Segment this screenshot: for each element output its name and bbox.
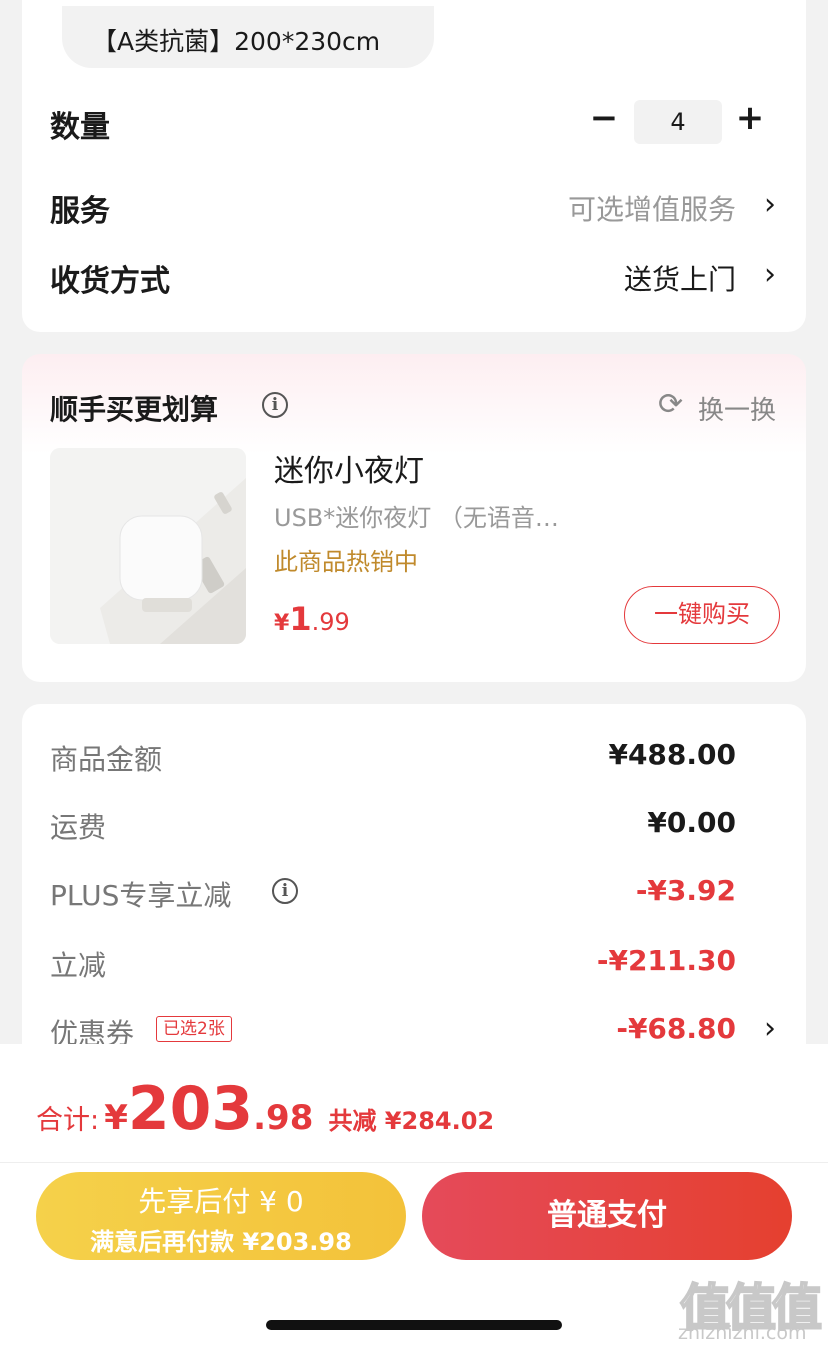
price-symbol: ¥	[274, 611, 290, 636]
coupon-chevron-icon[interactable]: ›	[764, 1014, 776, 1044]
service-value[interactable]: 可选增值服务	[568, 188, 736, 228]
product-price: ¥1.99	[274, 600, 350, 638]
divider	[0, 1162, 828, 1163]
pay-later-title: 先享后付 ¥ 0	[138, 1185, 304, 1218]
spec-chip[interactable]: 【A类抗菌】200*230cm	[62, 6, 434, 68]
product-desc: USB*迷你夜灯 （无语音…	[274, 504, 559, 532]
delivery-chevron-icon[interactable]: ›	[764, 260, 776, 290]
quantity-plus-button[interactable]: +	[734, 98, 766, 138]
summary-value[interactable]: -¥68.80	[616, 1012, 736, 1045]
delivery-label: 收货方式	[50, 264, 170, 299]
total-line: 合计: ¥203.98 共减 ¥284.02	[36, 1074, 494, 1144]
total-decimal: .98	[253, 1098, 314, 1138]
product-image[interactable]	[50, 448, 246, 644]
service-label: 服务	[50, 194, 110, 229]
total-saved[interactable]: 共减 ¥284.02	[328, 1107, 494, 1135]
summary-value: -¥211.30	[596, 944, 736, 977]
quantity-input[interactable]: 4	[634, 100, 722, 144]
bundle-card: 顺手买更划算 i ⟳ 换一换 迷你小夜灯 USB*迷你夜灯 （无语音… 此商品热…	[22, 354, 806, 682]
summary-value: -¥3.92	[635, 874, 736, 907]
home-indicator[interactable]	[266, 1320, 562, 1330]
checkout-bar: 合计: ¥203.98 共减 ¥284.02 先享后付 ¥ 0 满意后再付款 ¥…	[0, 1044, 828, 1350]
pay-later-subtitle: 满意后再付款 ¥203.98	[90, 1228, 352, 1256]
product-hot-tag: 此商品热销中	[274, 548, 418, 576]
one-click-buy-button[interactable]: 一键购买	[624, 586, 780, 644]
summary-label: 运费	[50, 811, 107, 844]
bundle-info-icon[interactable]: i	[262, 392, 288, 418]
refresh-button[interactable]: 换一换	[698, 390, 776, 427]
refresh-icon[interactable]: ⟳	[658, 390, 683, 420]
summary-label: 商品金额	[50, 743, 163, 776]
summary-label: PLUS专享立减	[50, 879, 232, 912]
summary-value: ¥488.00	[608, 738, 736, 771]
watermark-url: zhizhizhi.com	[678, 1322, 807, 1344]
summary-value: ¥0.00	[647, 806, 736, 839]
pay-later-button[interactable]: 先享后付 ¥ 0 满意后再付款 ¥203.98	[36, 1172, 406, 1260]
quantity-minus-button[interactable]: −	[588, 98, 620, 138]
total-label: 合计:	[36, 1105, 100, 1136]
price-decimal: .99	[311, 608, 350, 636]
delivery-value[interactable]: 送货上门	[624, 258, 736, 298]
plus-info-icon[interactable]: i	[272, 878, 298, 904]
product-name[interactable]: 迷你小夜灯	[274, 446, 424, 490]
coupon-badge[interactable]: 已选2张	[156, 1016, 232, 1042]
pay-normal-button[interactable]: 普通支付	[422, 1172, 792, 1260]
order-options-card: 【A类抗菌】200*230cm 数量 − 4 + 服务 可选增值服务 › 收货方…	[22, 0, 806, 332]
total-integer: 203	[127, 1074, 254, 1144]
total-symbol: ¥	[104, 1098, 128, 1138]
summary-label: 立减	[50, 949, 107, 982]
price-integer: 1	[289, 600, 312, 638]
quantity-label: 数量	[50, 110, 110, 145]
bundle-title: 顺手买更划算	[50, 393, 219, 426]
service-chevron-icon[interactable]: ›	[764, 190, 776, 220]
night-light-image	[50, 448, 246, 644]
